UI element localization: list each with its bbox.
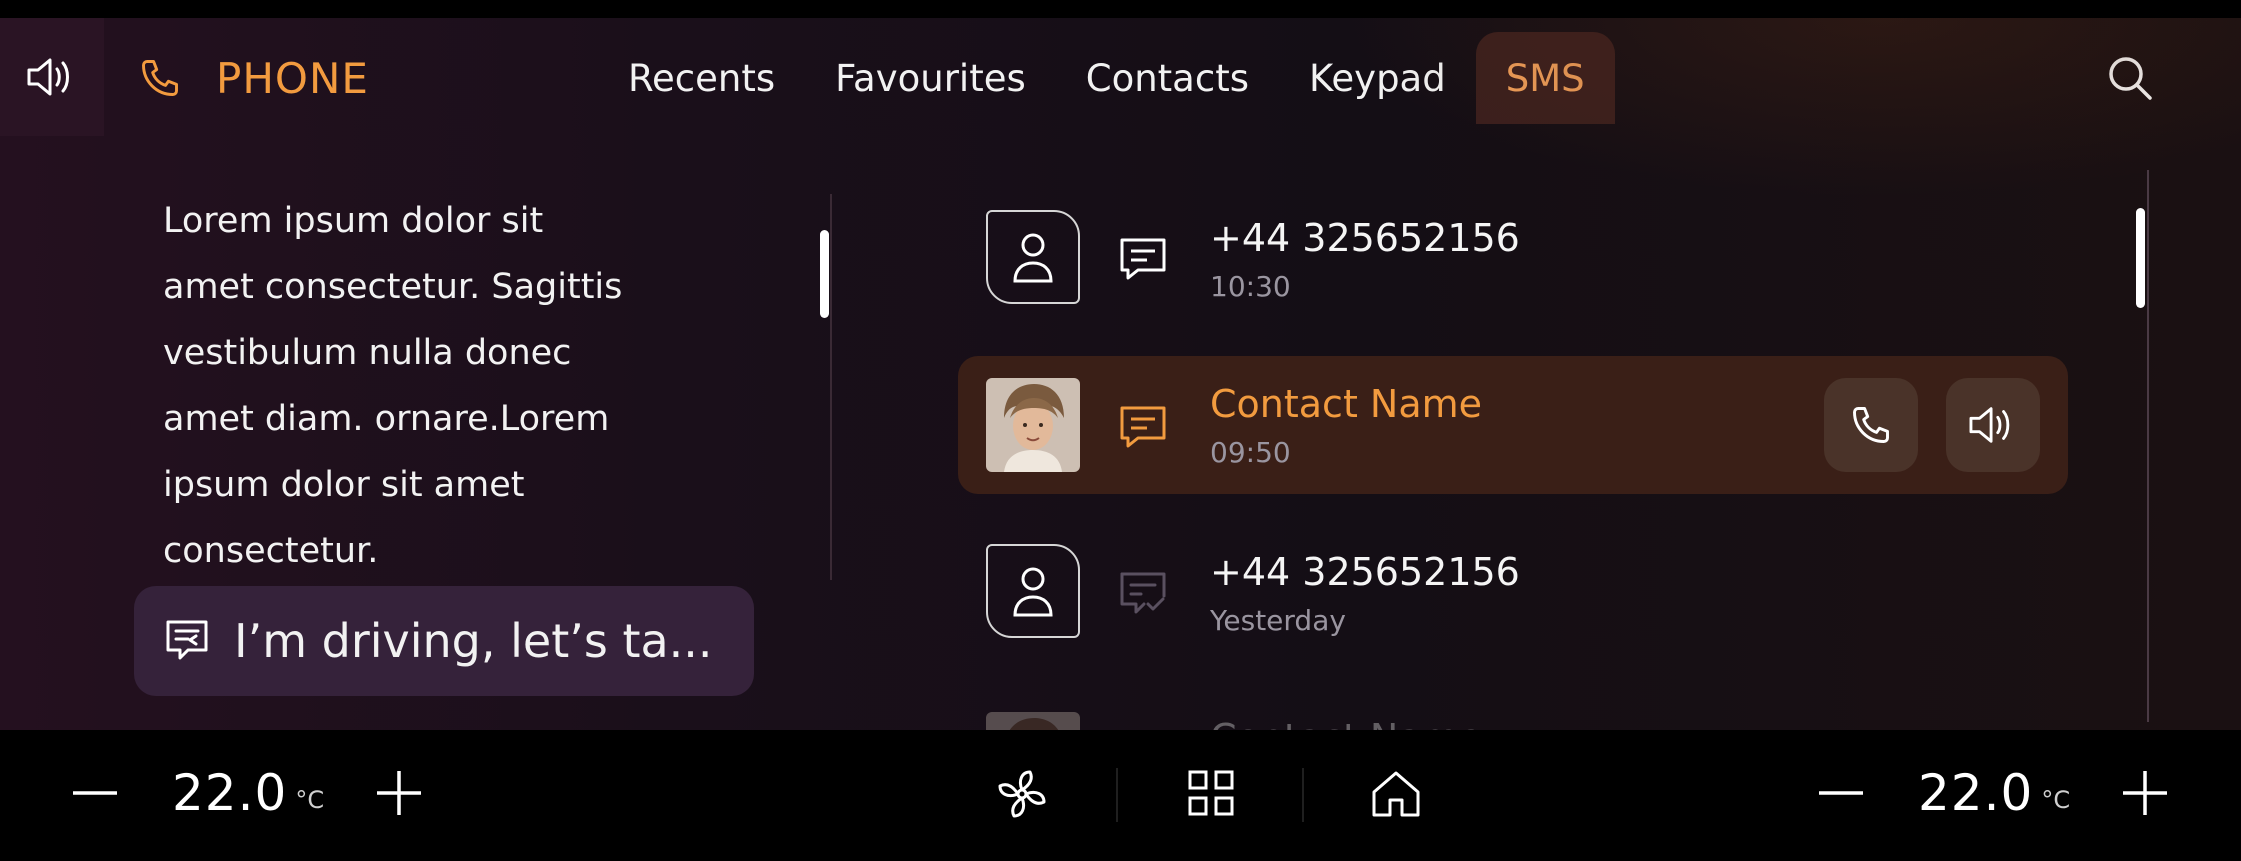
bottom-divider [1116,768,1118,822]
minus-icon[interactable] [1816,768,1866,818]
message-read-icon [1120,572,1166,614]
conversation-time: 09:50 [1210,436,1291,469]
list-scrollbar-track[interactable] [2147,170,2149,722]
contact-photo [986,712,1080,730]
left-temperature: 22.0 [172,764,288,822]
phone-app-window: PHONE Recents Favourites Contacts Keypad… [0,18,2241,730]
message-line: vestibulum nulla donec [163,333,572,373]
message-line: ipsum dolor sit amet [163,465,525,505]
avatar-placeholder [986,544,1080,638]
phone-icon [142,60,178,96]
left-temp-unit: °C [295,786,325,814]
phone-icon [1853,407,1889,443]
tab-favourites[interactable]: Favourites [805,32,1056,124]
conversation-title: Contact Name [1210,716,1482,730]
search-icon [2109,57,2152,100]
right-climate: 22.0 °C [1816,758,2170,828]
left-climate: 22.0 °C [70,758,424,828]
climate-bar: 22.0 °C 22.0 °C [0,730,2241,861]
conversation-row[interactable]: +44 325652156 Yesterday [958,522,2068,660]
conversation-title: +44 325652156 [1210,216,1520,260]
tab-sms[interactable]: SMS [1475,32,1615,124]
read-aloud-button[interactable] [1946,378,2040,472]
fan-icon[interactable] [996,768,1048,820]
conversation-row[interactable]: +44 325652156 10:30 [958,188,2068,326]
person-icon [1013,567,1053,617]
conversation-time: 10:30 [1210,270,1291,303]
quick-reply-button[interactable]: I’m driving, let’s ta... [134,586,754,696]
conversation-row[interactable]: Contact Name [958,690,2068,730]
tab-bar: Recents Favourites Contacts Keypad SMS [598,32,1615,124]
message-line: Lorem ipsum dolor sit [163,201,544,241]
speaker-icon [27,58,69,96]
conversation-time: Yesterday [1210,604,1346,637]
message-scrollbar-thumb[interactable] [820,230,829,318]
bottom-divider [1302,768,1304,822]
avatar-placeholder [986,210,1080,304]
quick-reply-icon [166,620,208,660]
person-icon [1013,233,1053,283]
volume-button[interactable] [0,18,104,136]
minus-icon[interactable] [70,768,120,818]
message-line: consectetur. [163,531,379,571]
right-temp-unit: °C [2041,786,2071,814]
conversation-title: +44 325652156 [1210,550,1520,594]
tab-contacts[interactable]: Contacts [1056,32,1279,124]
message-scrollbar-track[interactable] [830,194,832,580]
tab-keypad[interactable]: Keypad [1279,32,1476,124]
message-line: amet consectetur. Sagittis [163,267,623,307]
message-icon [1120,238,1166,280]
plus-icon[interactable] [374,768,424,818]
quick-reply-label: I’m driving, let’s ta... [234,614,713,668]
contact-photo [986,378,1080,472]
conversation-list: +44 325652156 10:30 Contact Name 09:50 +… [958,188,2068,730]
tab-recents[interactable]: Recents [598,32,805,124]
message-body: Lorem ipsum dolor sit amet consectetur. … [163,188,693,584]
home-icon[interactable] [1370,768,1422,820]
plus-icon[interactable] [2120,768,2170,818]
apps-grid-icon[interactable] [1186,768,1236,818]
list-scrollbar-thumb[interactable] [2136,208,2145,308]
search-button[interactable] [2104,52,2158,106]
app-title-label: PHONE [216,53,369,103]
conversation-title: Contact Name [1210,382,1483,426]
message-line: amet diam. ornare.Lorem [163,399,610,439]
conversation-row-selected[interactable]: Contact Name 09:50 [958,356,2068,494]
call-button[interactable] [1824,378,1918,472]
message-icon [1120,406,1166,448]
right-temperature: 22.0 [1918,764,2034,822]
speaker-icon [1969,407,2010,443]
app-title: PHONE [138,48,369,108]
